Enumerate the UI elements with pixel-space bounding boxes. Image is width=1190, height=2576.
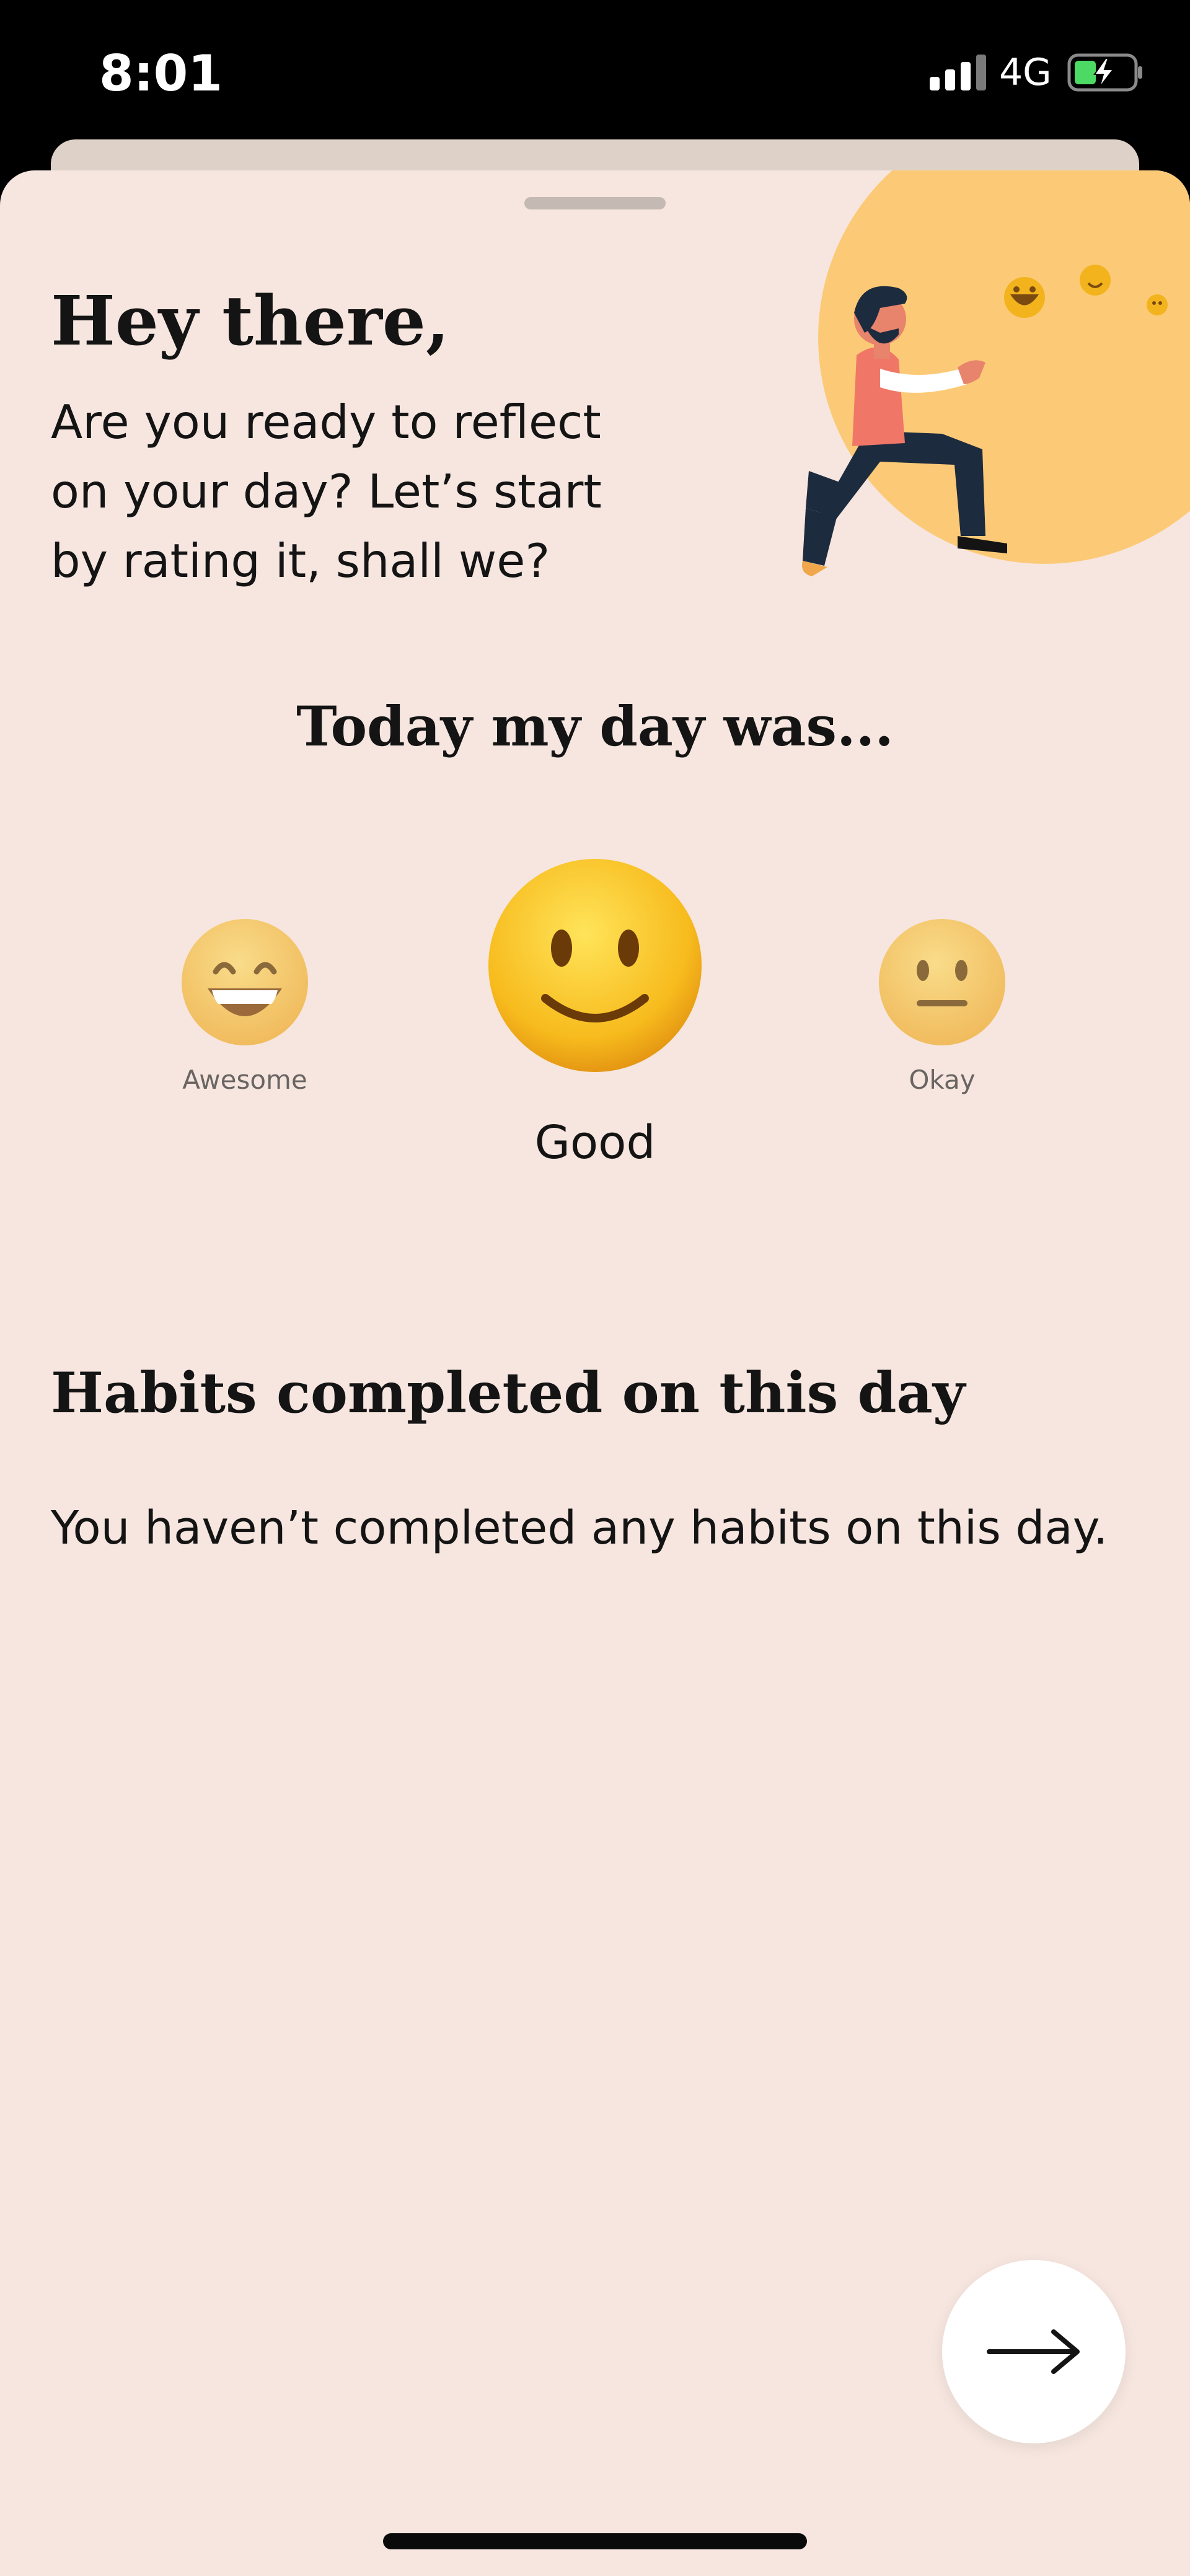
mood-label-good: Good — [534, 1116, 656, 1169]
mood-option-okay[interactable]: Okay — [865, 917, 1020, 1095]
mood-label-okay: Okay — [909, 1065, 976, 1095]
rating-heading: Today my day was... — [296, 694, 894, 758]
greeting-title: Hey there, — [51, 281, 450, 361]
next-button[interactable] — [942, 2260, 1126, 2443]
slightly-smiling-face-icon — [488, 859, 702, 1072]
home-indicator[interactable] — [383, 2533, 807, 2549]
sheet-grabber[interactable] — [524, 197, 666, 209]
mood-option-good-selected[interactable]: Good — [471, 857, 719, 1169]
arrow-right-icon — [987, 2329, 1080, 2374]
signal-strength-icon — [930, 55, 987, 90]
floating-emoji-icon — [1147, 294, 1168, 315]
greeting-message: Are you ready to reflect on your day? Le… — [51, 395, 602, 588]
battery-charging-icon — [1067, 53, 1142, 92]
floating-emoji-icon — [1080, 265, 1111, 296]
kneeling-man-illustration — [802, 170, 1190, 576]
mood-option-awesome[interactable]: Awesome — [167, 917, 322, 1095]
habits-empty-message: You haven’t completed any habits on this… — [51, 1501, 1108, 1555]
network-type: 4G — [999, 51, 1052, 94]
floating-emoji-icon — [1004, 277, 1045, 318]
status-time: 8:01 — [99, 45, 223, 102]
mood-label-awesome: Awesome — [182, 1065, 307, 1095]
neutral-face-icon — [879, 919, 1005, 1045]
reflection-sheet: Hey there, Are you ready to reflect on y… — [0, 170, 1190, 2576]
habits-heading: Habits completed on this day — [51, 1360, 966, 1426]
status-bar: 8:01 4G — [0, 0, 1190, 143]
grinning-face-icon — [182, 919, 308, 1045]
